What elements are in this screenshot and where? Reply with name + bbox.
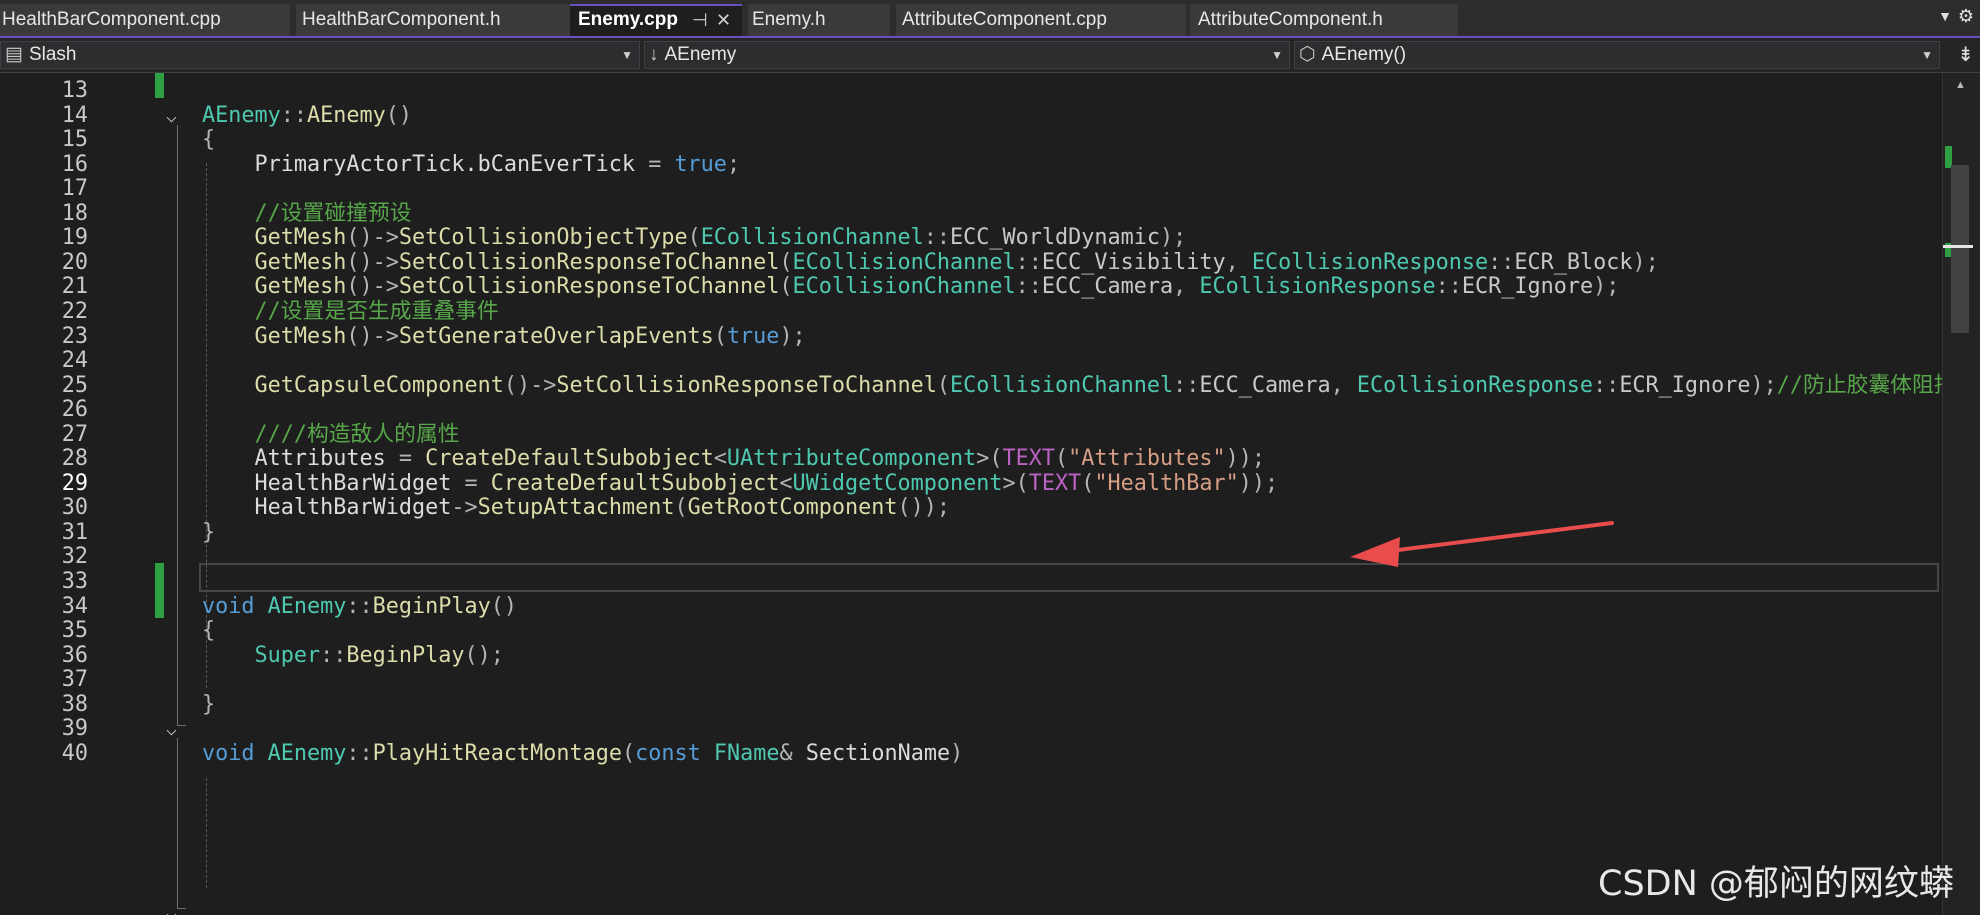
tab-attributecomponent-cpp[interactable]: AttributeComponent.cpp bbox=[896, 4, 1186, 36]
scope-label: AEnemy bbox=[664, 44, 737, 65]
gear-icon[interactable]: ⚙ bbox=[1958, 6, 1974, 27]
split-editor-icon[interactable]: ⇟ bbox=[1957, 42, 1974, 67]
tab-label: Enemy.h bbox=[752, 9, 826, 30]
chevron-down-icon: ▼ bbox=[621, 48, 633, 62]
project-icon: ▤ bbox=[5, 44, 23, 65]
project-label: Slash bbox=[28, 44, 77, 65]
block-outline-end bbox=[177, 908, 186, 909]
annotation-arrow bbox=[1350, 521, 1614, 567]
tab-healthbarcomponent-cpp[interactable]: HealthBarComponent.cpp bbox=[0, 4, 290, 36]
code-token: ( bbox=[621, 740, 636, 766]
member-dropdown[interactable]: ⬡ AEnemy() ▼ bbox=[1294, 41, 1940, 69]
tab-enemy-h[interactable]: Enemy.h bbox=[748, 4, 890, 36]
chevron-down-icon: ▼ bbox=[1921, 48, 1933, 62]
tab-label: HealthBarComponent.cpp bbox=[2, 9, 221, 30]
scope-arrow-icon: ↓ bbox=[649, 44, 659, 65]
code-token: void bbox=[202, 740, 268, 766]
tab-label: AttributeComponent.cpp bbox=[902, 9, 1107, 30]
code-token: SectionName bbox=[805, 740, 951, 766]
scroll-up-icon[interactable]: ▲ bbox=[1955, 79, 1966, 91]
vertical-scrollbar[interactable]: ▲ bbox=[1942, 73, 1980, 915]
scope-dropdown[interactable]: ↓ AEnemy ▼ bbox=[644, 41, 1290, 69]
line-number: 40 bbox=[61, 740, 88, 766]
scrollbar-thumb[interactable] bbox=[1951, 165, 1969, 333]
tab-attributecomponent-h[interactable]: AttributeComponent.h bbox=[1190, 4, 1458, 36]
method-cube-icon: ⬡ bbox=[1299, 44, 1316, 65]
code-token: :: bbox=[346, 740, 373, 766]
close-icon[interactable]: ✕ bbox=[716, 6, 731, 34]
tab-healthbarcomponent-h[interactable]: HealthBarComponent.h bbox=[296, 4, 572, 36]
code-token: const bbox=[635, 740, 714, 766]
chevron-down-icon: ▼ bbox=[1271, 48, 1283, 62]
code-line[interactable]: 40 void AEnemy::PlayHitReactMontage(const… bbox=[0, 738, 1942, 769]
code-text: void AEnemy::PlayHitReactMontage(const F… bbox=[202, 738, 963, 769]
code-token: AEnemy bbox=[267, 740, 347, 766]
code-token: PlayHitReactMontage bbox=[372, 740, 622, 766]
fold-toggle-icon[interactable]: ⌵ bbox=[166, 903, 177, 915]
indent-guide bbox=[206, 778, 207, 888]
code-token: ) bbox=[950, 740, 964, 766]
pin-icon[interactable]: ⊣ bbox=[692, 6, 708, 34]
code-editor[interactable]: ⌵ ⌵ ⌵ 13 14 AEnemy::AEnemy() 15{16 PrimaryA… bbox=[0, 73, 1942, 915]
tab-label: HealthBarComponent.h bbox=[302, 9, 501, 30]
tab-overflow-dropdown-icon[interactable]: ▼ bbox=[1938, 8, 1952, 24]
scrollbar-caret-position bbox=[1943, 245, 1973, 248]
watermark-text: CSDN @郁闷的网纹蟒 bbox=[1598, 864, 1954, 904]
document-tab-bar: HealthBarComponent.cpp HealthBarComponen… bbox=[0, 0, 1980, 38]
tab-label: Enemy.cpp bbox=[578, 9, 678, 30]
project-dropdown[interactable]: ▤ Slash ▼ bbox=[0, 41, 640, 69]
tab-label: AttributeComponent.h bbox=[1198, 9, 1383, 30]
member-label: AEnemy() bbox=[1321, 44, 1407, 65]
code-token: & bbox=[779, 740, 806, 766]
code-token: FName bbox=[713, 740, 780, 766]
navigation-bar: ▤ Slash ▼ ↓ AEnemy ▼ ⬡ AEnemy() ▼ ⇟ bbox=[0, 38, 1980, 73]
tab-enemy-cpp[interactable]: Enemy.cpp ⊣ ✕ bbox=[570, 4, 742, 36]
